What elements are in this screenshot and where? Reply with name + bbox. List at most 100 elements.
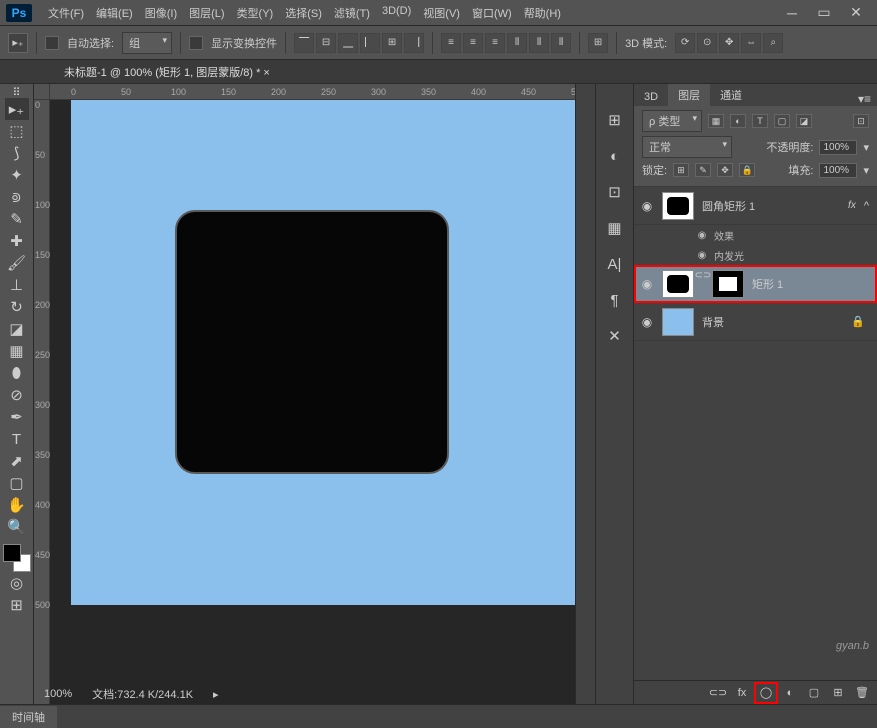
delete-layer-icon[interactable]: 🗑 (853, 685, 871, 701)
menu-select[interactable]: 选择(S) (279, 1, 328, 25)
layer-effects-label[interactable]: ◉效果 (634, 225, 877, 245)
menu-window[interactable]: 窗口(W) (466, 1, 518, 25)
lock-all-icon[interactable]: 🔒 (739, 163, 755, 177)
brush-tool-icon[interactable]: 🖌 (5, 252, 29, 274)
hand-tool-icon[interactable]: ✋ (5, 494, 29, 516)
properties-panel-icon[interactable]: ⊞ (603, 108, 627, 132)
menu-3d[interactable]: 3D(D) (376, 1, 417, 25)
layer-row-background[interactable]: ◉ 背景 🔒 (634, 303, 877, 341)
gradient-tool-icon[interactable]: ▦ (5, 340, 29, 362)
doc-info-arrow-icon[interactable]: ▸ (213, 688, 219, 701)
layer-style-icon[interactable]: fx (733, 685, 751, 701)
3d-slide-icon[interactable]: ⇔ (741, 33, 761, 53)
crop-tool-icon[interactable]: ⟄ (5, 186, 29, 208)
lock-position-icon[interactable]: ✥ (717, 163, 733, 177)
filter-toggle-icon[interactable]: ⊡ (853, 114, 869, 128)
ruler-vertical[interactable]: 0 50 100 150 200 250 300 350 400 450 500 (34, 100, 50, 704)
lock-pixels-icon[interactable]: ✎ (695, 163, 711, 177)
filter-type-icon[interactable]: T (752, 114, 768, 128)
align-vcenter-icon[interactable]: ⊟ (316, 33, 336, 53)
lasso-tool-icon[interactable]: ⟆ (5, 142, 29, 164)
ruler-horizontal[interactable]: 0 50 100 150 200 250 300 350 400 450 500 (50, 84, 575, 100)
layer-thumb[interactable] (662, 270, 694, 298)
marquee-tool-icon[interactable]: ⬚ (5, 120, 29, 142)
quick-mask-icon[interactable]: ◎ (5, 572, 29, 594)
pen-tool-icon[interactable]: ✒ (5, 406, 29, 428)
lock-trans-icon[interactable]: ⊞ (673, 163, 689, 177)
fill-arrow-icon[interactable]: ▾ (863, 164, 869, 177)
3d-pan-icon[interactable]: ✥ (719, 33, 739, 53)
mask-thumb[interactable] (712, 270, 744, 298)
menu-layer[interactable]: 图层(L) (183, 1, 230, 25)
visibility-toggle-icon[interactable]: ◉ (694, 250, 710, 261)
layer-filter-dropdown[interactable]: ρ 类型 (642, 110, 702, 132)
zoom-value[interactable]: 100% (44, 688, 72, 700)
swatches-panel-icon[interactable]: ▦ (603, 216, 627, 240)
distribute-right-icon[interactable]: ⦀ (551, 33, 571, 53)
black-rounded-rect-shape[interactable] (175, 210, 449, 474)
align-left-icon[interactable]: ⎸ (360, 33, 380, 53)
show-transform-checkbox[interactable] (189, 36, 203, 50)
3d-roll-icon[interactable]: ⊙ (697, 33, 717, 53)
menu-edit[interactable]: 编辑(E) (90, 1, 139, 25)
timeline-tab[interactable]: 时间轴 (0, 706, 57, 728)
color-swatches[interactable] (3, 544, 31, 572)
type-tool-icon[interactable]: T (5, 428, 29, 450)
minimize-button[interactable]: ─ (783, 4, 801, 22)
panel-menu-icon[interactable]: ▾≡ (852, 92, 877, 106)
maximize-button[interactable]: ▭ (815, 4, 833, 22)
visibility-toggle-icon[interactable]: ◉ (694, 230, 710, 241)
layer-thumb[interactable] (662, 308, 694, 336)
close-button[interactable]: ✕ (847, 4, 865, 22)
distribute-left-icon[interactable]: ⦀ (507, 33, 527, 53)
opacity-input[interactable]: 100% (819, 140, 857, 155)
link-layers-icon[interactable]: ⊂⊃ (709, 685, 727, 701)
layer-name[interactable]: 圆角矩形 1 (702, 198, 755, 214)
align-hcenter-icon[interactable]: ⊞ (382, 33, 402, 53)
filter-smart-icon[interactable]: ◪ (796, 114, 812, 128)
visibility-toggle-icon[interactable]: ◉ (638, 199, 656, 213)
mask-link-icon[interactable]: ⊂⊃ (698, 270, 708, 298)
canvas-area[interactable] (50, 100, 575, 704)
auto-select-dropdown[interactable]: 组 (122, 32, 172, 54)
tools-panel-icon[interactable]: ✕ (603, 324, 627, 348)
distribute-bottom-icon[interactable]: ≡ (485, 33, 505, 53)
history-brush-tool-icon[interactable]: ↻ (5, 296, 29, 318)
magic-wand-tool-icon[interactable]: ✦ (5, 164, 29, 186)
menu-view[interactable]: 视图(V) (417, 1, 466, 25)
layer-row-rect-selected[interactable]: ◉ ⊂⊃ 矩形 1 (634, 265, 877, 303)
styles-panel-icon[interactable]: ⊡ (603, 180, 627, 204)
layer-name[interactable]: 背景 (702, 314, 724, 330)
align-bottom-icon[interactable]: ⎽ (338, 33, 358, 53)
dodge-tool-icon[interactable]: ⊘ (5, 384, 29, 406)
fill-input[interactable]: 100% (819, 163, 857, 178)
auto-select-checkbox[interactable] (45, 36, 59, 50)
distribute-vcenter-icon[interactable]: ≡ (463, 33, 483, 53)
fx-expand-icon[interactable]: ^ (860, 200, 873, 212)
menu-help[interactable]: 帮助(H) (518, 1, 567, 25)
blur-tool-icon[interactable]: ⬮ (5, 362, 29, 384)
3d-orbit-icon[interactable]: ⟳ (675, 33, 695, 53)
layer-row-rounded-rect[interactable]: ◉ 圆角矩形 1 fx ^ (634, 187, 877, 225)
zoom-tool-icon[interactable]: 🔍 (5, 516, 29, 538)
tab-layers[interactable]: 图层 (668, 84, 710, 106)
menu-type[interactable]: 类型(Y) (231, 1, 280, 25)
add-mask-icon[interactable]: ◯ (757, 685, 775, 701)
screen-mode-icon[interactable]: ⊞ (5, 594, 29, 616)
character-panel-icon[interactable]: A| (603, 252, 627, 276)
fg-color-swatch[interactable] (3, 544, 21, 562)
move-tool-icon[interactable]: ▸₊ (5, 98, 29, 120)
shape-tool-icon[interactable]: ▢ (5, 472, 29, 494)
align-top-icon[interactable]: ⎺ (294, 33, 314, 53)
layer-fx-icon[interactable]: fx (848, 200, 860, 211)
adjustments-panel-icon[interactable]: ◐ (603, 144, 627, 168)
eyedropper-tool-icon[interactable]: ✎ (5, 208, 29, 230)
paragraph-panel-icon[interactable]: ¶ (603, 288, 627, 312)
menu-file[interactable]: 文件(F) (42, 1, 90, 25)
doc-tab[interactable]: 未标题-1 @ 100% (矩形 1, 图层蒙版/8) * × (54, 61, 280, 83)
visibility-toggle-icon[interactable]: ◉ (638, 315, 656, 329)
filter-adjust-icon[interactable]: ◐ (730, 114, 746, 128)
new-group-icon[interactable]: ▢ (805, 685, 823, 701)
layer-name[interactable]: 矩形 1 (752, 276, 783, 292)
visibility-toggle-icon[interactable]: ◉ (638, 277, 656, 291)
